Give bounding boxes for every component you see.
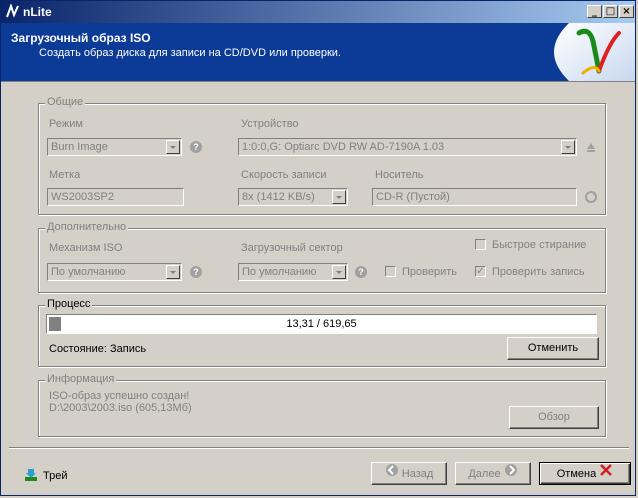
device-select[interactable]: 1:0:0,G: Optiarc DVD RW AD-7190A 1.03: [238, 138, 577, 156]
mode-label: Режим: [49, 118, 83, 130]
iso-engine-select[interactable]: По умолчанию: [47, 263, 182, 281]
verify-write-label[interactable]: Проверить запись: [492, 266, 585, 278]
footer-separator: [9, 447, 629, 449]
window-title: nLite: [23, 5, 52, 19]
chevron-down-icon[interactable]: [166, 265, 180, 279]
advanced-group-label: Дополнительно: [45, 221, 129, 233]
info-line-2: D:\2003\2003.iso (605,13Мб): [49, 402, 192, 414]
cancel-button-label: Отмена: [556, 467, 597, 480]
help-icon[interactable]: ?: [190, 141, 202, 153]
media-field: CD-R (Пустой): [372, 188, 577, 206]
boot-sector-select[interactable]: По умолчанию: [238, 263, 348, 281]
help-icon[interactable]: ?: [355, 266, 367, 278]
next-button-label: Далее: [468, 467, 501, 480]
progress-bar: 13,31 / 619,65: [46, 314, 597, 334]
back-button[interactable]: Назад: [371, 462, 447, 485]
close-icon: [599, 463, 613, 485]
device-select-value: 1:0:0,G: Optiarc DVD RW AD-7190A 1.03: [242, 141, 445, 153]
help-icon[interactable]: ?: [190, 266, 202, 278]
media-label: Носитель: [375, 169, 424, 181]
minimize-button[interactable]: _: [587, 5, 602, 18]
back-arrow-icon: [385, 463, 399, 485]
advanced-group: Дополнительно: [38, 221, 606, 293]
maximize-button[interactable]: □: [603, 5, 618, 18]
write-speed-value: 8x (1412 KB/s): [242, 191, 315, 203]
next-arrow-icon: [504, 463, 518, 485]
boot-sector-label: Загрузочный сектор: [241, 242, 343, 254]
page-subtitle: Создать образ диска для записи на CD/DVD…: [39, 47, 341, 59]
info-group-label: Информация: [45, 373, 117, 385]
write-speed-select[interactable]: 8x (1412 KB/s): [238, 188, 348, 206]
progress-text: 13,31 / 619,65: [286, 318, 357, 330]
write-speed-label: Скорость записи: [241, 169, 327, 181]
iso-engine-value: По умолчанию: [51, 266, 126, 278]
back-button-label: Назад: [401, 467, 434, 480]
process-group-label: Процесс: [45, 298, 93, 310]
cancel-button[interactable]: Отмена: [539, 462, 631, 485]
general-group-label: Общие: [45, 96, 86, 108]
verify-write-checkbox[interactable]: ✓: [475, 266, 486, 277]
quick-erase-label[interactable]: Быстрое стирание: [492, 239, 586, 251]
chevron-down-icon[interactable]: [332, 265, 346, 279]
tray-link[interactable]: Трей: [43, 470, 67, 482]
iso-engine-label: Механизм ISO: [49, 242, 123, 254]
chevron-down-icon[interactable]: [561, 140, 575, 154]
next-button[interactable]: Далее: [455, 462, 531, 485]
nlite-window: nLite _ □ × Загрузочный образ ISO Создат…: [0, 0, 636, 496]
browse-button[interactable]: Обзор: [509, 406, 599, 429]
nlite-banner-logo-icon: [554, 23, 635, 81]
tray-download-icon[interactable]: [24, 468, 38, 482]
verify-checkbox[interactable]: [385, 266, 396, 277]
status-text: Состояние: Запись: [49, 343, 147, 355]
eject-icon[interactable]: [584, 140, 598, 154]
device-label: Устройство: [241, 118, 299, 130]
mode-select[interactable]: Burn Image: [47, 138, 182, 156]
info-line-1: ISO-образ успешно создан!: [49, 390, 190, 402]
volume-label-label: Метка: [49, 169, 81, 181]
quick-erase-checkbox[interactable]: [475, 239, 486, 250]
page-title: Загрузочный образ ISO: [11, 31, 151, 45]
verify-label[interactable]: Проверить: [402, 266, 457, 278]
page-header: Загрузочный образ ISO Создать образ диск…: [1, 23, 635, 82]
cancel-process-button[interactable]: Отменить: [507, 337, 599, 360]
mode-select-value: Burn Image: [51, 141, 108, 153]
chevron-down-icon[interactable]: [166, 140, 180, 154]
nlite-logo-icon: [6, 4, 19, 18]
volume-label-input[interactable]: WS2003SP2: [47, 188, 184, 206]
refresh-icon[interactable]: [584, 190, 598, 204]
close-window-button[interactable]: ×: [619, 5, 634, 18]
volume-label-value: WS2003SP2: [51, 191, 114, 203]
media-value: CD-R (Пустой): [376, 191, 450, 203]
boot-sector-value: По умолчанию: [242, 266, 317, 278]
title-bar[interactable]: nLite _ □ ×: [1, 1, 635, 23]
chevron-down-icon[interactable]: [332, 190, 346, 204]
